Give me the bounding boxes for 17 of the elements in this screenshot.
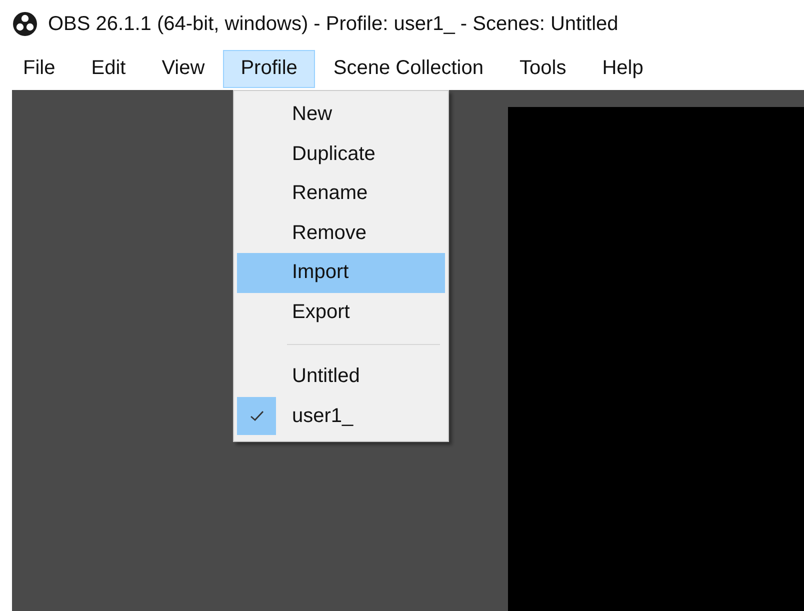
menu-item[interactable]: Tools — [502, 50, 584, 88]
menu-item[interactable]: View — [144, 50, 223, 88]
logo-icon — [13, 12, 37, 36]
menu-item[interactable]: Profile — [222, 50, 316, 88]
menu-option[interactable]: New — [237, 95, 445, 134]
menu-item[interactable]: File — [5, 50, 74, 88]
menu-option[interactable]: Untitled — [237, 357, 445, 396]
menu-option[interactable]: Duplicate — [237, 134, 445, 174]
menu-option[interactable]: Remove — [237, 214, 445, 253]
menu-option[interactable]: user1_ — [237, 396, 445, 436]
menu-option[interactable]: Export — [237, 292, 445, 332]
window-title: OBS 26.1.1 (64-bit, windows) - Profile: user1_ - Scenes: Untitled — [48, 12, 618, 36]
menu-item[interactable]: Scene Collection — [315, 50, 502, 88]
menu-item[interactable]: Help — [584, 50, 662, 88]
menu-option[interactable]: Rename — [237, 174, 445, 214]
menu-option[interactable]: Import — [237, 253, 445, 292]
menu-item[interactable]: Edit — [73, 50, 144, 88]
